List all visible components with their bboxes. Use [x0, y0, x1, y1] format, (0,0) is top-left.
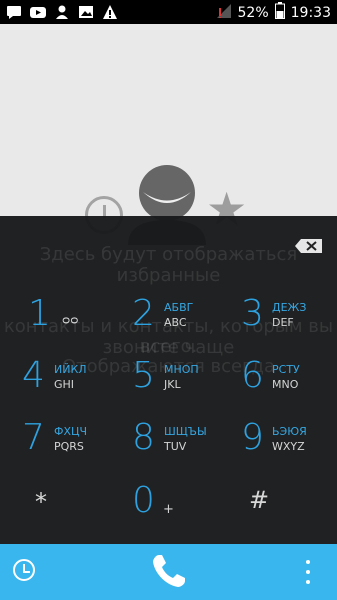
- battery-icon: [274, 2, 285, 23]
- person-icon: [54, 4, 70, 20]
- voicemail-icon: ᴑᴑ: [62, 313, 79, 327]
- overflow-menu-icon[interactable]: [306, 560, 312, 586]
- key-6[interactable]: 6 РСТУ MNO: [241, 355, 337, 415]
- phone-icon: [153, 555, 185, 587]
- backspace-icon[interactable]: [295, 238, 323, 254]
- key-letters-cyrillic: МНОП: [164, 363, 199, 376]
- status-right: 52% 19:33: [216, 2, 331, 23]
- status-bar: 52% 19:33: [0, 0, 337, 24]
- key-letters-latin: JKL: [164, 378, 181, 391]
- key-1[interactable]: 1 ᴑᴑ: [28, 293, 138, 353]
- notification-icons: [6, 4, 118, 20]
- call-history-icon[interactable]: [13, 559, 35, 581]
- key-letters-latin: GHI: [54, 378, 75, 391]
- key-7[interactable]: 7 ФХЦЧ PQRS: [22, 417, 132, 477]
- key-letters-cyrillic: ИЙКЛ: [54, 363, 87, 376]
- youtube-icon: [30, 4, 46, 20]
- favorites-hint-line1: Здесь будут отображаться избранные: [39, 244, 298, 286]
- call-button[interactable]: [150, 552, 188, 590]
- key-digit: 8: [132, 417, 155, 458]
- key-letters-cyrillic: ЬЭЮЯ: [272, 425, 307, 438]
- key-letters-latin: WXYZ: [272, 440, 305, 453]
- key-letters-latin: TUV: [164, 440, 187, 453]
- key-4[interactable]: 4 ИЙКЛ GHI: [22, 355, 132, 415]
- key-letters-latin: DEF: [272, 316, 294, 329]
- key-0[interactable]: 0 +: [132, 480, 242, 540]
- key-digit: 5: [132, 355, 155, 396]
- key-letters-cyrillic: ШЩЪЫ: [164, 425, 207, 438]
- key-8[interactable]: 8 ШЩЪЫ TUV: [132, 417, 242, 477]
- key-letters-latin: MNO: [272, 378, 299, 391]
- key-digit: 6: [241, 355, 264, 396]
- key-9[interactable]: 9 ЬЭЮЯ WXYZ: [241, 417, 337, 477]
- battery-percent: 52%: [237, 4, 269, 21]
- key-3[interactable]: 3 ДЕЖЗ DEF: [241, 293, 337, 353]
- warning-icon: [102, 4, 118, 20]
- key-hash[interactable]: #: [249, 486, 337, 546]
- signal-icon: [216, 3, 232, 23]
- clock-time: 19:33: [290, 4, 331, 21]
- key-symbol: *: [35, 488, 47, 516]
- image-icon: [78, 4, 94, 20]
- key-digit: 3: [241, 293, 264, 334]
- key-5[interactable]: 5 МНОП JKL: [132, 355, 242, 415]
- key-digit: 0: [132, 480, 155, 521]
- key-digit: 1: [28, 293, 51, 334]
- key-digit: 4: [22, 355, 45, 396]
- key-plus: +: [163, 502, 174, 517]
- key-digit: 2: [132, 293, 155, 334]
- key-digit: 9: [241, 417, 264, 458]
- key-letters-latin: ABC: [164, 316, 187, 329]
- key-letters-cyrillic: АБВГ: [164, 301, 194, 314]
- chat-icon: [6, 4, 22, 20]
- key-symbol: #: [249, 486, 270, 514]
- key-letters-cyrillic: РСТУ: [272, 363, 300, 376]
- key-letters-cyrillic: ДЕЖЗ: [272, 301, 307, 314]
- key-letters-latin: PQRS: [54, 440, 84, 453]
- key-digit: 7: [22, 417, 45, 458]
- key-letters-cyrillic: ФХЦЧ: [54, 425, 88, 438]
- key-star[interactable]: *: [35, 488, 145, 548]
- key-2[interactable]: 2 АБВГ ABC: [132, 293, 242, 353]
